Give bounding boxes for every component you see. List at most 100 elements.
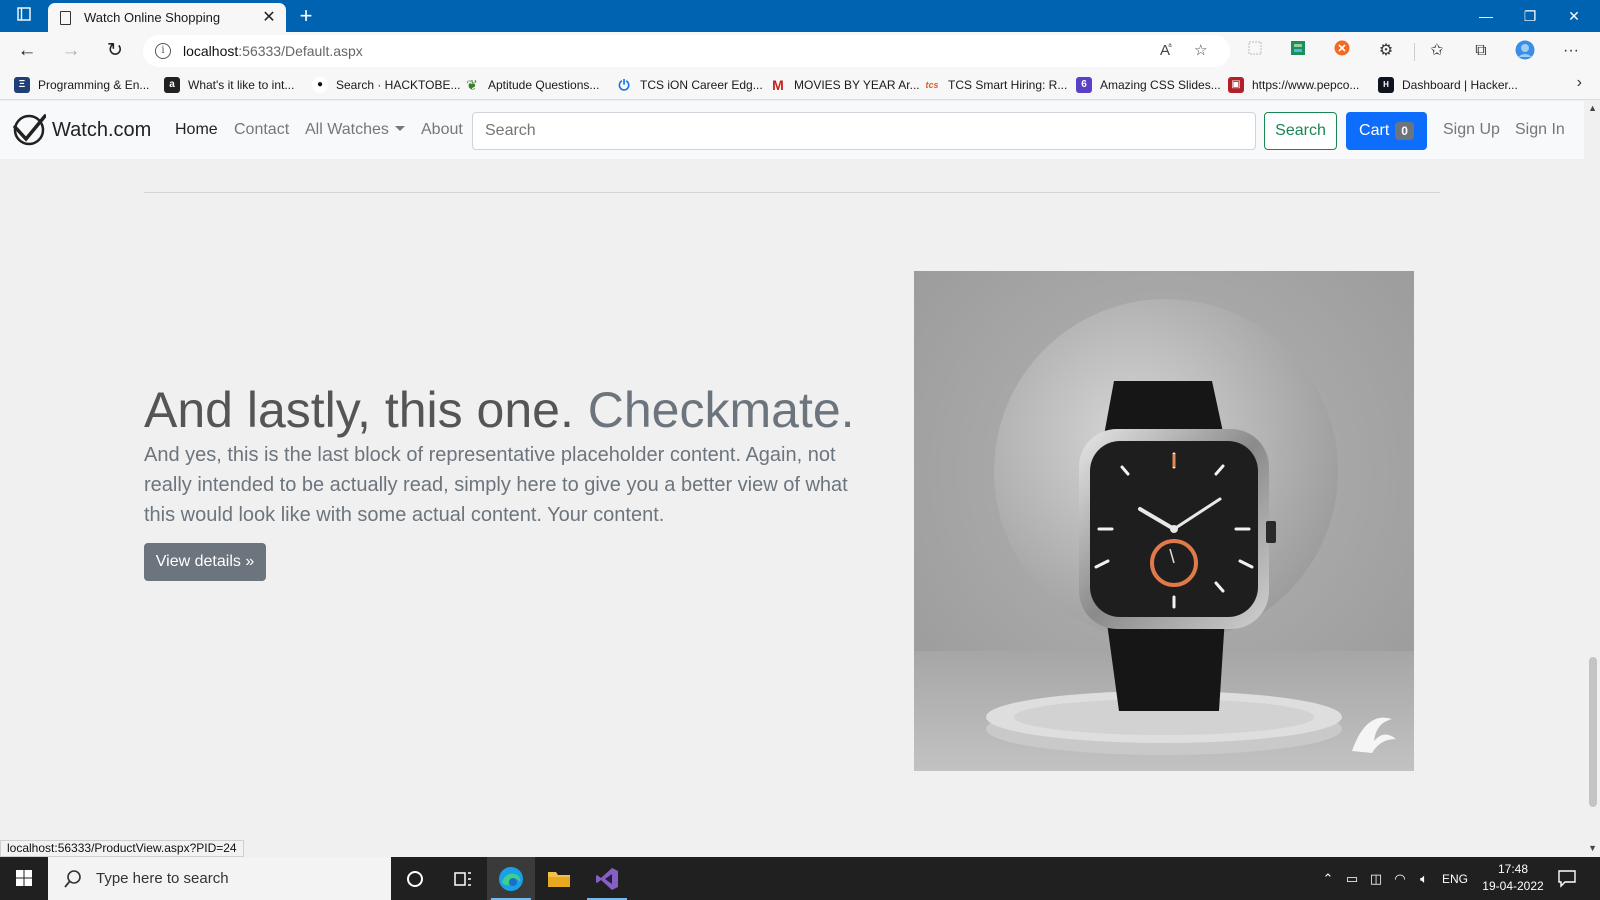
box-icon: ▣	[1228, 77, 1244, 93]
bookmark-item[interactable]: M MOVIES BY YEAR Ar...	[770, 74, 919, 96]
page-viewport: Watch.com Home Contact All Watches About…	[0, 101, 1600, 857]
restore-button[interactable]: ❐	[1508, 2, 1552, 30]
bookmark-item[interactable]: ⏻ TCS iON Career Edg...	[616, 74, 762, 96]
bookmark-item[interactable]: a What's it like to int...	[164, 74, 294, 96]
bookmark-site-icon: Ξ	[14, 77, 30, 93]
featurette-divider	[144, 192, 1440, 193]
caret-down-icon	[394, 126, 405, 131]
chevron-right-icon[interactable]: ›	[1577, 74, 1582, 92]
featurette-heading: And lastly, this one. Checkmate.	[144, 381, 855, 439]
cart-count-badge: 0	[1395, 122, 1414, 140]
tab-title: Watch Online Shopping	[84, 10, 221, 25]
forward-button[interactable]: →	[56, 37, 86, 65]
taskbar-search-placeholder: Type here to search	[96, 870, 229, 887]
taskbar-search-box[interactable]: Type here to search	[48, 857, 391, 900]
power-icon: ⏻	[618, 77, 630, 93]
bookmark-item[interactable]: tcs TCS Smart Hiring: R...	[924, 74, 1067, 96]
taskbar-clock[interactable]: 17:48 19-04-2022	[1478, 861, 1548, 895]
watch-illustration	[914, 271, 1414, 771]
toolbar-separator	[1414, 43, 1415, 61]
sheets-extension-icon[interactable]	[1287, 40, 1309, 62]
nav-contact[interactable]: Contact	[234, 121, 289, 139]
file-explorer-icon[interactable]	[535, 857, 583, 900]
search-icon	[64, 869, 81, 888]
battery-icon[interactable]: ▭	[1340, 871, 1364, 887]
extensions-puzzle-icon[interactable]: ⚙	[1375, 40, 1397, 62]
address-toolbar: ← → ↻ i localhost:56333/Default.aspx Aͣ …	[0, 32, 1600, 70]
system-tray: ⌃ ▭ ◫ ◠ 🔈︎ ENG	[1316, 857, 1474, 900]
extension-grid-icon[interactable]	[1244, 40, 1266, 62]
windows-logo-icon	[16, 870, 32, 886]
tab-actions-icon[interactable]	[10, 6, 38, 28]
bookmark-item[interactable]: ● Search · HACKTOBE...	[312, 74, 460, 96]
close-window-button[interactable]: ✕	[1552, 2, 1596, 30]
address-bar[interactable]: i localhost:56333/Default.aspx Aͣ ☆	[143, 35, 1230, 67]
back-button[interactable]: ←	[12, 37, 42, 65]
bookmark-item[interactable]: H Dashboard | Hacker...	[1378, 74, 1518, 96]
meet-now-icon[interactable]: ◫	[1364, 871, 1388, 887]
favorites-icon[interactable]: ✩	[1426, 40, 1448, 62]
bookmark-item[interactable]: Ξ Programming & En...	[14, 74, 149, 96]
bookmark-item[interactable]: ▣ https://www.pepco...	[1228, 74, 1359, 96]
heading-main: And lastly, this one.	[144, 382, 574, 438]
visual-studio-icon[interactable]	[583, 857, 631, 900]
cart-label: Cart	[1359, 122, 1390, 139]
scroll-up-arrow-icon[interactable]: ▲	[1588, 103, 1597, 113]
browser-title-bar: Watch Online Shopping ✕ + — ❐ ✕	[0, 0, 1600, 32]
status-bar-url: localhost:56333/ProductView.aspx?PID=24	[0, 840, 244, 857]
bookmark-item[interactable]: 6 Amazing CSS Slides...	[1076, 74, 1221, 96]
page-icon	[60, 11, 71, 25]
language-indicator[interactable]: ENG	[1436, 872, 1474, 886]
start-button[interactable]	[0, 857, 48, 900]
browser-tab-active[interactable]: Watch Online Shopping ✕	[48, 3, 286, 32]
orange-extension-icon[interactable]	[1331, 40, 1353, 62]
search-input[interactable]	[472, 112, 1256, 150]
site-info-icon[interactable]: i	[155, 43, 171, 59]
wifi-icon[interactable]: ◠	[1388, 871, 1412, 887]
chevron-up-icon[interactable]: ⌃	[1316, 871, 1340, 887]
cart-button[interactable]: Cart 0	[1346, 112, 1427, 150]
scrollbar-thumb[interactable]	[1589, 657, 1597, 807]
edge-browser-icon[interactable]	[487, 857, 535, 900]
featurette-lead: And yes, this is the last block of repre…	[144, 444, 848, 526]
minimize-button[interactable]: —	[1464, 2, 1508, 30]
bookmarks-bar: Ξ Programming & En... a What's it like to …	[0, 70, 1600, 100]
add-favorite-icon[interactable]: ☆	[1194, 41, 1207, 59]
hackerrank-icon: H	[1378, 77, 1394, 93]
more-options-icon[interactable]: ···	[1560, 40, 1582, 62]
notification-center-icon[interactable]	[1556, 867, 1578, 889]
nav-about[interactable]: About	[421, 121, 463, 139]
leaf-icon: ❦	[466, 77, 478, 93]
heading-muted: Checkmate.	[587, 382, 855, 438]
amazon-icon: a	[164, 77, 180, 93]
gmail-icon: M	[772, 77, 784, 93]
github-icon: ●	[312, 77, 328, 93]
page-scrollbar[interactable]: ▲ ▼	[1584, 101, 1600, 857]
view-details-button[interactable]: View details »	[144, 543, 266, 581]
sign-up-link[interactable]: Sign Up	[1443, 121, 1500, 139]
sign-in-link[interactable]: Sign In	[1515, 121, 1565, 139]
nav-all-watches[interactable]: All Watches	[305, 121, 405, 139]
nav-home[interactable]: Home	[175, 121, 218, 139]
brand-name: Watch.com	[52, 118, 152, 141]
close-tab-icon[interactable]: ✕	[260, 7, 278, 27]
search-button[interactable]: Search	[1264, 112, 1337, 150]
bookmark-item[interactable]: ❦ Aptitude Questions...	[464, 74, 599, 96]
refresh-button[interactable]: ↻	[100, 37, 130, 65]
url-text[interactable]: localhost:56333/Default.aspx	[183, 43, 363, 59]
scroll-down-arrow-icon[interactable]: ▼	[1588, 843, 1597, 853]
six-icon: 6	[1076, 77, 1092, 93]
product-image	[914, 271, 1414, 771]
read-aloud-icon[interactable]: Aͣ	[1160, 41, 1170, 59]
windows-taskbar: Type here to search ⌃ ▭ ◫ ◠ 🔈︎ ENG 17:48…	[0, 857, 1600, 900]
checkmark-logo-icon	[13, 114, 46, 146]
new-tab-button[interactable]: +	[294, 3, 318, 29]
tcs-icon: tcs	[925, 80, 939, 90]
task-view-icon[interactable]	[439, 857, 487, 900]
brand-link[interactable]: Watch.com	[12, 113, 151, 147]
cortana-icon[interactable]	[391, 857, 439, 900]
collections-icon[interactable]: ⧉	[1470, 40, 1492, 62]
volume-icon[interactable]: 🔈︎	[1412, 871, 1436, 887]
profile-avatar-icon[interactable]	[1514, 40, 1536, 62]
clock-date: 19-04-2022	[1482, 879, 1544, 893]
